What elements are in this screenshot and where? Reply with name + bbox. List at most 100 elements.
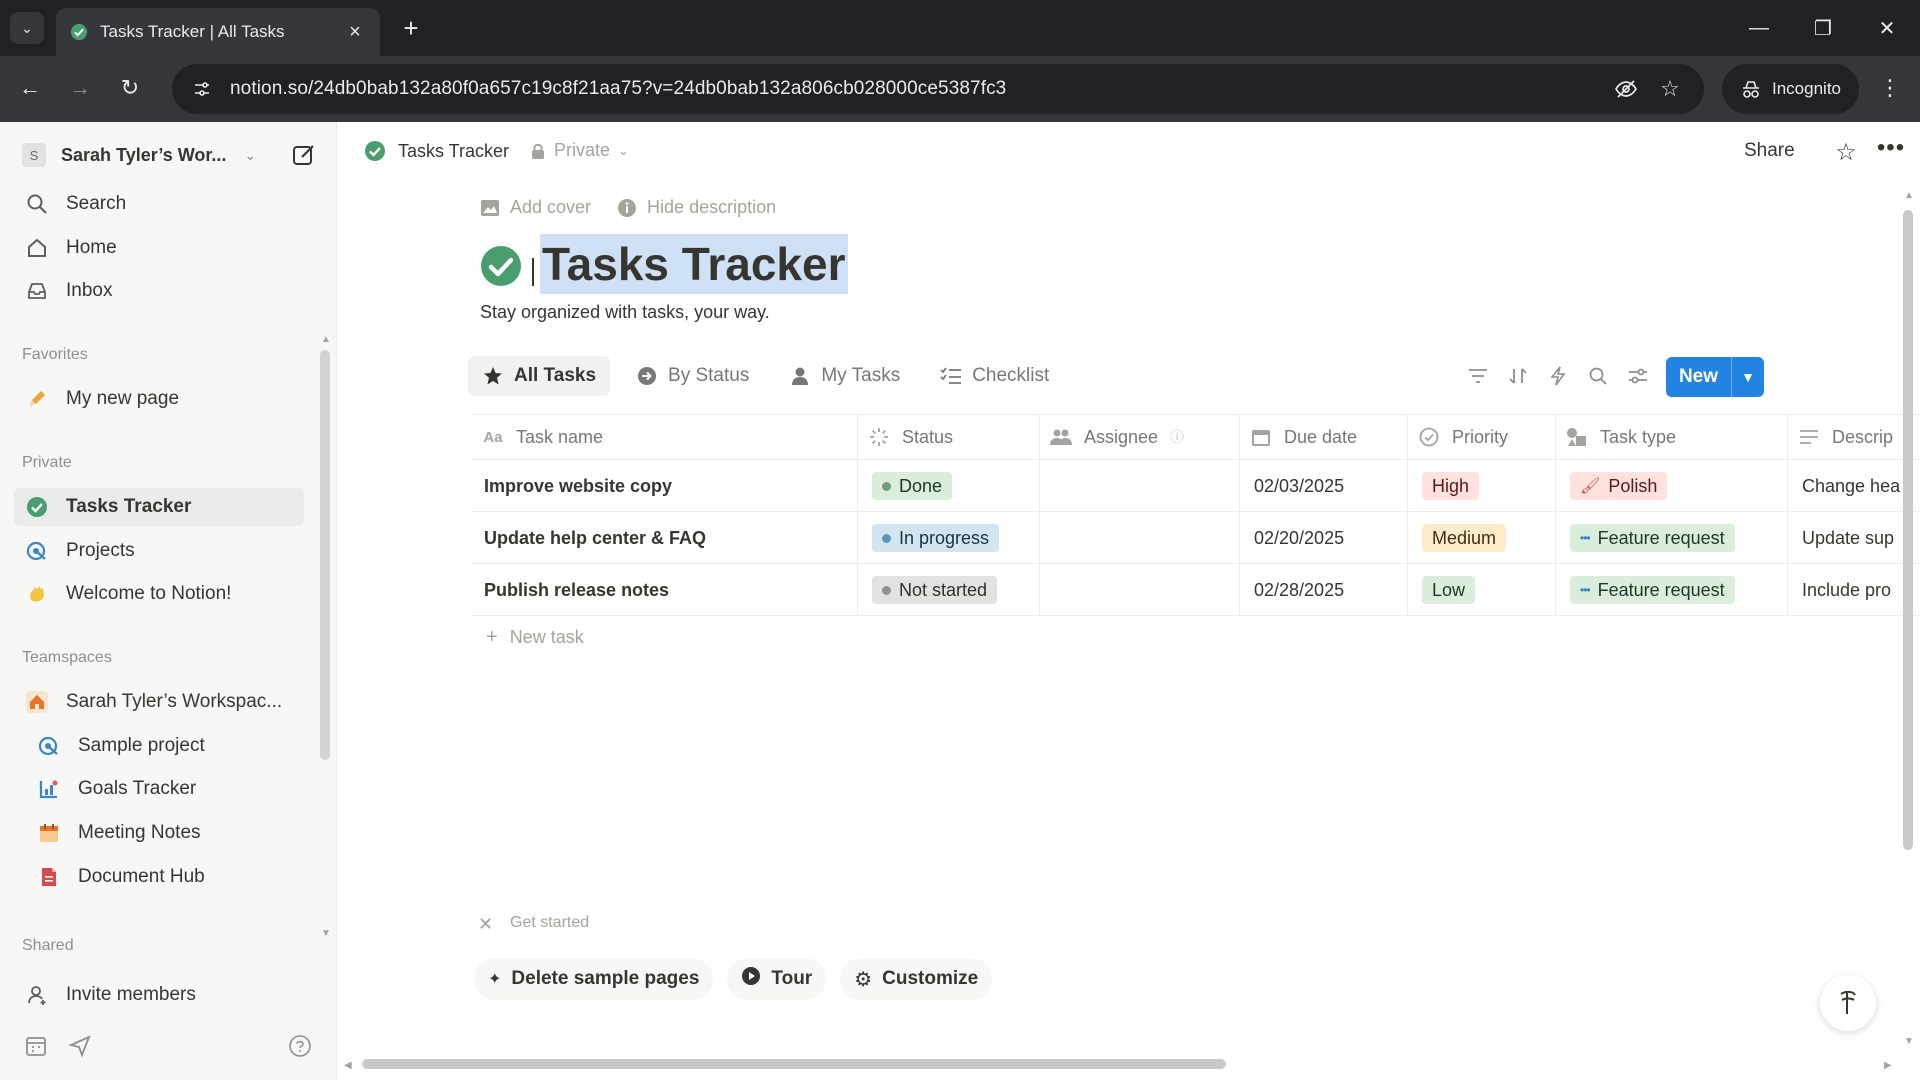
share-button[interactable]: Share [1744, 140, 1795, 162]
sidebar-item-tasks-tracker[interactable]: Tasks Tracker [14, 488, 304, 526]
sidebar-item-document-hub[interactable]: Document Hub [26, 858, 304, 896]
close-icon[interactable]: ✕ [478, 914, 493, 935]
status-cell[interactable]: In progress [858, 512, 1040, 564]
customize-button[interactable]: ⚙ Customize [840, 958, 993, 1000]
task-type-cell[interactable]: 🖌 Polish [1556, 460, 1788, 512]
due-date-cell[interactable]: 02/28/2025 [1240, 564, 1408, 616]
sort-icon[interactable] [1506, 358, 1530, 394]
column-header-assignee[interactable]: Assignee ⓘ [1040, 415, 1240, 459]
reload-icon[interactable]: ↻ [112, 70, 148, 106]
tab-my-tasks[interactable]: My Tasks [775, 356, 914, 396]
settings-sliders-icon[interactable] [1626, 358, 1650, 394]
minimize-icon[interactable]: — [1734, 10, 1784, 46]
section-shared[interactable]: Shared [22, 937, 74, 955]
restore-icon[interactable]: ❐ [1798, 10, 1848, 46]
help-icon[interactable] [288, 1034, 312, 1058]
sidebar-scrollbar[interactable] [320, 350, 330, 760]
section-private[interactable]: Private [22, 454, 72, 472]
scroll-down-arrow-icon[interactable]: ▼ [321, 928, 331, 939]
more-options-icon[interactable]: ••• [1874, 134, 1908, 166]
new-tab-plus-icon[interactable]: + [396, 12, 426, 44]
sidebar-item-meeting-notes[interactable]: Meeting Notes [26, 814, 304, 852]
description-cell[interactable]: Include pro [1788, 564, 1920, 616]
browser-menu-icon[interactable]: ⋮ [1872, 70, 1908, 106]
help-assistant-button[interactable] [1820, 975, 1876, 1031]
eye-off-icon[interactable] [1610, 73, 1642, 105]
info-icon[interactable]: ⓘ [1170, 427, 1184, 447]
column-header-status[interactable]: Status [858, 415, 1040, 459]
sidebar-item-sample-project[interactable]: Sample project [26, 727, 304, 765]
tab-checklist[interactable]: Checklist [926, 356, 1063, 396]
scroll-left-arrow-icon[interactable]: ◀ [344, 1060, 352, 1071]
breadcrumb[interactable]: Tasks Tracker [364, 140, 509, 162]
tab-close-icon[interactable]: × [344, 21, 366, 44]
search-icon[interactable] [1586, 358, 1610, 394]
sidebar-item-projects[interactable]: Projects [14, 532, 304, 570]
forward-arrow-icon[interactable]: → [62, 70, 98, 106]
task-name-cell[interactable]: Update help center & FAQ [472, 512, 858, 564]
calendar-app-icon[interactable] [24, 1034, 48, 1058]
filter-icon[interactable] [1466, 358, 1490, 394]
column-header-priority[interactable]: Priority [1408, 415, 1556, 459]
table-horizontal-scrollbar[interactable] [362, 1059, 1226, 1069]
new-task-button[interactable]: + New task [486, 626, 584, 649]
site-info-icon[interactable] [186, 73, 218, 105]
column-header-task-name[interactable]: Aa Task name [472, 415, 858, 459]
page-check-circle-icon[interactable] [480, 245, 522, 287]
workspace-switcher[interactable]: S Sarah Tyler’s Wor... ⌄ [22, 139, 318, 171]
sidebar-item-teamspace[interactable]: Sarah Tyler’s Workspac... [14, 683, 304, 721]
page-title[interactable]: Tasks Tracker [542, 234, 846, 294]
task-type-cell[interactable]: ••• Feature request [1556, 564, 1788, 616]
favorite-star-icon[interactable]: ☆ [1832, 138, 1860, 166]
page-vertical-scrollbar[interactable] [1903, 210, 1913, 850]
chevron-down-icon[interactable]: ▼ [1732, 357, 1764, 397]
scroll-right-arrow-icon[interactable]: ▶ [1884, 1060, 1892, 1071]
sidebar-item-invite-members[interactable]: Invite members [14, 976, 304, 1014]
task-name-cell[interactable]: Publish release notes [472, 564, 858, 616]
section-teamspaces[interactable]: Teamspaces [22, 649, 112, 667]
priority-cell[interactable]: Medium [1408, 512, 1556, 564]
new-button-label[interactable]: New [1666, 357, 1732, 397]
tab-all-tasks[interactable]: All Tasks [468, 356, 611, 396]
browser-tab-active[interactable]: Tasks Tracker | All Tasks × [56, 8, 380, 56]
section-favorites[interactable]: Favorites [22, 346, 88, 364]
status-cell[interactable]: Not started [858, 564, 1040, 616]
new-record-button[interactable]: New ▼ [1666, 357, 1764, 397]
priority-cell[interactable]: Low [1408, 564, 1556, 616]
back-arrow-icon[interactable]: ← [12, 70, 48, 106]
scroll-up-arrow-icon[interactable]: ▲ [321, 334, 331, 345]
bookmark-star-icon[interactable]: ☆ [1654, 73, 1686, 105]
tour-button[interactable]: Tour [727, 958, 827, 1000]
sidebar-item-goals-tracker[interactable]: Goals Tracker [26, 770, 304, 808]
scroll-up-arrow-icon[interactable]: ▲ [1904, 190, 1914, 201]
sidebar-item-inbox[interactable]: Inbox [14, 272, 304, 310]
sidebar-item-search[interactable]: Search [14, 185, 304, 223]
hide-description-button[interactable]: Hide description [617, 197, 776, 218]
table-row[interactable]: Publish release notes Not started 02/28/… [472, 564, 1920, 616]
sidebar-item-welcome[interactable]: Welcome to Notion! [14, 575, 304, 613]
delete-sample-pages-button[interactable]: ✦ Delete sample pages [474, 958, 714, 1000]
description-cell[interactable]: Update sup [1788, 512, 1920, 564]
tab-by-status[interactable]: By Status [622, 356, 763, 396]
sidebar-item-my-new-page[interactable]: My new page [14, 380, 304, 418]
status-cell[interactable]: Done [858, 460, 1040, 512]
sidebar-item-home[interactable]: Home [14, 229, 304, 267]
description-cell[interactable]: Change hea [1788, 460, 1920, 512]
new-page-compose-icon[interactable] [290, 141, 318, 169]
incognito-badge[interactable]: Incognito [1722, 64, 1859, 114]
scroll-down-arrow-icon[interactable]: ▼ [1904, 1036, 1914, 1047]
task-name-cell[interactable]: Improve website copy [472, 460, 858, 512]
assignee-cell[interactable] [1040, 512, 1240, 564]
window-close-icon[interactable]: ✕ [1862, 10, 1912, 46]
privacy-indicator[interactable]: Private ⌄ [530, 140, 629, 161]
column-header-due-date[interactable]: Due date [1240, 415, 1408, 459]
column-header-description[interactable]: Descrip [1788, 415, 1920, 459]
assignee-cell[interactable] [1040, 460, 1240, 512]
tab-search-chevron-icon[interactable]: ⌄ [10, 12, 44, 44]
due-date-cell[interactable]: 02/03/2025 [1240, 460, 1408, 512]
page-title-selection[interactable]: Tasks Tracker [540, 234, 848, 294]
table-row[interactable]: Improve website copy Done 02/03/2025 Hig… [472, 460, 1920, 512]
page-description[interactable]: Stay organized with tasks, your way. [480, 302, 770, 323]
priority-cell[interactable]: High [1408, 460, 1556, 512]
assignee-cell[interactable] [1040, 564, 1240, 616]
